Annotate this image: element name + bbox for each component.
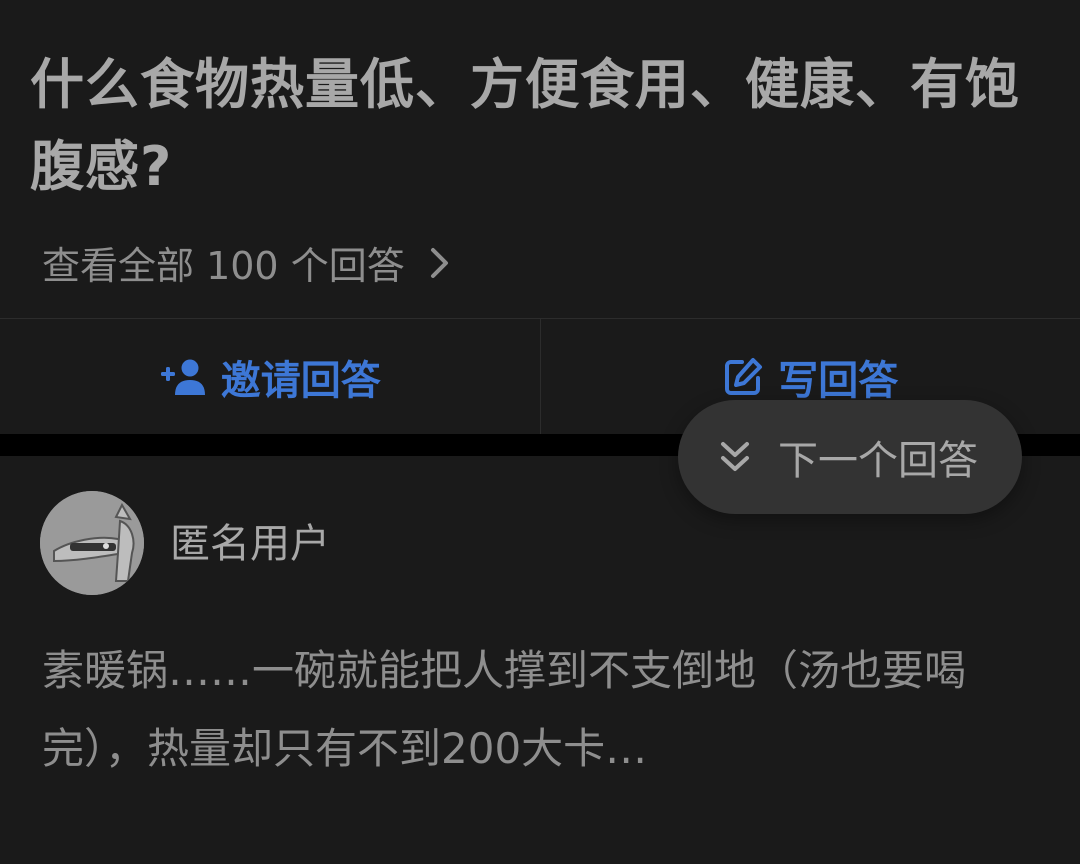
anonymous-user-avatar[interactable] — [40, 491, 144, 595]
answer-card[interactable]: 匿名用户 素暖锅……一碗就能把人撑到不支倒地（汤也要喝完），热量却只有不到200… — [0, 456, 1080, 864]
chevron-right-icon — [427, 245, 453, 279]
view-all-answers-label: 查看全部 100 个回答 — [42, 243, 405, 288]
invite-answer-label: 邀请回答 — [220, 358, 381, 404]
double-chevron-down-icon — [718, 437, 752, 477]
question-screen: 什么食物热量低、方便食用、健康、有饱腹感? 查看全部 100 个回答 邀请回答 — [0, 0, 1080, 864]
next-answer-button[interactable]: 下一个回答 — [678, 400, 1022, 514]
answer-excerpt[interactable]: 素暖锅……一碗就能把人撑到不支倒地（汤也要喝完），热量却只有不到200大卡… — [42, 632, 1042, 788]
question-header: 什么食物热量低、方便食用、健康、有饱腹感? 查看全部 100 个回答 — [0, 0, 1080, 318]
invite-answer-button[interactable]: 邀请回答 — [0, 319, 540, 435]
next-answer-label: 下一个回答 — [778, 438, 978, 484]
write-answer-label: 写回答 — [778, 358, 899, 404]
view-all-answers-link[interactable]: 查看全部 100 个回答 — [42, 232, 453, 292]
author-name[interactable]: 匿名用户 — [170, 516, 330, 572]
question-title[interactable]: 什么食物热量低、方便食用、健康、有饱腹感? — [30, 44, 1040, 208]
edit-square-icon — [722, 356, 764, 398]
add-person-icon — [159, 357, 207, 397]
